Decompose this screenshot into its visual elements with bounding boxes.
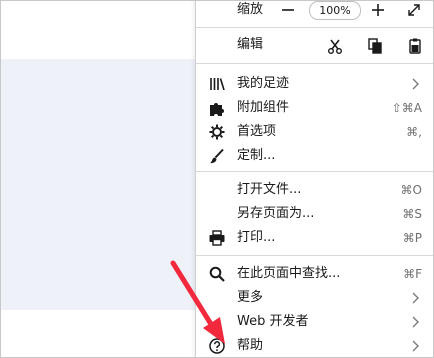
menu-item-open-file[interactable]: 打开文件... ⌘O bbox=[196, 178, 433, 202]
chevron-right-icon bbox=[408, 76, 422, 92]
library-icon bbox=[208, 75, 226, 93]
menu-item-label: 打开文件... bbox=[237, 182, 302, 197]
menu-item-help[interactable]: 帮助 bbox=[196, 334, 433, 357]
chevron-right-icon bbox=[408, 314, 422, 330]
menu-item-preferences[interactable]: 首选项 ⌘, bbox=[196, 120, 433, 144]
shortcut-label: ⌘S bbox=[402, 207, 422, 221]
edit-label: 编辑 bbox=[237, 37, 264, 52]
shortcut-label: ⇧⌘A bbox=[391, 101, 422, 115]
paintbrush-icon bbox=[208, 147, 226, 165]
menu-item-label: 在此页面中查找... bbox=[237, 266, 341, 281]
browser-window: 缩放 100% 编辑 我的足迹 附加组件 ⇧⌘A 首选项 ⌘, 定制... 打开… bbox=[0, 0, 434, 358]
copy-button[interactable] bbox=[365, 36, 385, 56]
chevron-right-icon bbox=[408, 290, 422, 306]
plus-icon bbox=[372, 4, 384, 16]
shortcut-label: ⌘P bbox=[402, 231, 422, 245]
clipboard-icon bbox=[409, 38, 421, 54]
menu-item-library[interactable]: 我的足迹 bbox=[196, 72, 433, 96]
shortcut-label: ⌘, bbox=[406, 125, 422, 139]
page-content-area bbox=[1, 59, 195, 310]
fullscreen-icon bbox=[408, 4, 420, 16]
menu-item-web-developer[interactable]: Web 开发者 bbox=[196, 310, 433, 334]
menu-item-print[interactable]: 打印... ⌘P bbox=[196, 226, 433, 250]
menu-item-label: 我的足迹 bbox=[237, 76, 290, 91]
help-icon bbox=[208, 337, 226, 355]
zoom-in-button[interactable] bbox=[368, 1, 388, 20]
menu-item-label: Web 开发者 bbox=[237, 314, 309, 329]
menu-item-label: 附加组件 bbox=[237, 100, 290, 115]
menu-item-label: 打印... bbox=[237, 230, 276, 245]
shortcut-label: ⌘O bbox=[400, 183, 422, 197]
chevron-right-icon bbox=[408, 338, 422, 354]
puzzle-icon bbox=[208, 99, 226, 117]
separator bbox=[196, 255, 433, 256]
menu-item-label: 首选项 bbox=[237, 124, 277, 139]
copy-icon bbox=[368, 38, 382, 54]
fullscreen-button[interactable] bbox=[404, 1, 424, 20]
scissors-icon bbox=[328, 39, 342, 54]
app-menu-panel: 缩放 100% 编辑 我的足迹 附加组件 ⇧⌘A 首选项 ⌘, 定制... 打开… bbox=[195, 1, 433, 357]
menu-item-save-page[interactable]: 另存页面为... ⌘S bbox=[196, 202, 433, 226]
menu-item-customize[interactable]: 定制... bbox=[196, 144, 433, 168]
separator bbox=[196, 27, 433, 28]
menu-item-find-in-page[interactable]: 在此页面中查找... ⌘F bbox=[196, 262, 433, 286]
printer-icon bbox=[208, 229, 226, 247]
zoom-out-button[interactable] bbox=[278, 1, 298, 20]
search-icon bbox=[208, 265, 226, 283]
separator bbox=[196, 63, 433, 64]
separator bbox=[196, 171, 433, 172]
cut-button[interactable] bbox=[325, 36, 345, 56]
menu-item-label: 帮助 bbox=[237, 338, 264, 353]
menu-item-more[interactable]: 更多 bbox=[196, 286, 433, 310]
zoom-reset-button[interactable]: 100% bbox=[309, 1, 361, 20]
shortcut-label: ⌘F bbox=[403, 267, 422, 281]
minus-icon bbox=[282, 9, 294, 11]
paste-button[interactable] bbox=[405, 36, 425, 56]
menu-item-label: 另存页面为... bbox=[237, 206, 315, 221]
menu-item-addons[interactable]: 附加组件 ⇧⌘A bbox=[196, 96, 433, 120]
menu-item-label: 更多 bbox=[237, 290, 264, 305]
zoom-label: 缩放 bbox=[237, 2, 264, 17]
menu-item-label: 定制... bbox=[237, 148, 276, 163]
gear-icon bbox=[208, 123, 226, 141]
